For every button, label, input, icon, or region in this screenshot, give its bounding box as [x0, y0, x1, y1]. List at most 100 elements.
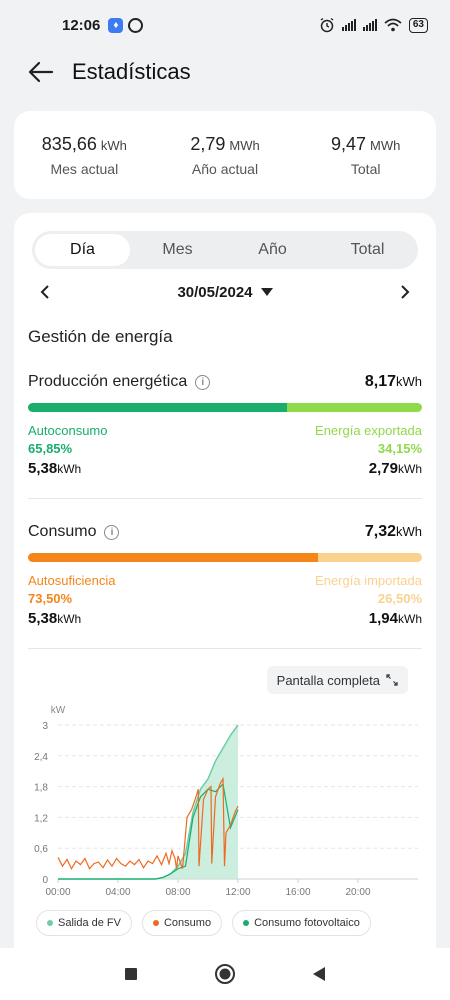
signal-icon	[341, 19, 356, 31]
y-axis-unit: kW	[51, 705, 66, 716]
chevron-right-icon	[401, 285, 410, 299]
whatsapp-icon	[128, 17, 144, 33]
divider	[28, 648, 422, 649]
summary-unit: kWh	[100, 137, 127, 153]
consumption-value: 7,32	[364, 523, 396, 540]
recents-button[interactable]	[119, 962, 143, 986]
alarm-icon	[320, 17, 334, 33]
x-tick-label: 20:00	[345, 887, 370, 898]
y-tick-label: 1,8	[34, 783, 48, 794]
production-unit: kWh	[396, 374, 422, 389]
split-value: 5,38	[28, 610, 58, 627]
fullscreen-label: Pantalla completa	[276, 672, 380, 688]
split-percent: 73,50%	[28, 591, 73, 606]
x-tick-label: 08:00	[165, 887, 190, 898]
summary-label: Año actual	[191, 160, 259, 177]
summary-month: 835,66 kWh Mes actual	[14, 134, 155, 177]
y-tick-label: 0	[42, 875, 48, 886]
tab-month[interactable]: Mes	[130, 234, 225, 266]
split-unit: kWh	[398, 612, 422, 626]
summary-value: 835,66	[41, 133, 97, 154]
summary-label: Mes actual	[50, 160, 119, 177]
legend-dot	[152, 920, 159, 926]
y-tick-label: 1,2	[34, 813, 48, 824]
split-percent: 26,50%	[377, 591, 422, 606]
date-selector: 30/05/2024	[32, 279, 418, 305]
split-percent: 65,85%	[28, 441, 73, 456]
legend-label: Salida de FV	[58, 917, 121, 929]
expand-icon	[386, 674, 398, 686]
legend-dot	[243, 920, 250, 926]
legend-pv-output[interactable]: Salida de FV	[36, 910, 132, 936]
square-icon	[125, 968, 137, 980]
split-unit: kWh	[398, 462, 422, 476]
consumption-bar	[28, 553, 422, 562]
next-date-button[interactable]	[392, 279, 418, 305]
summary-value: 2,79	[190, 133, 226, 154]
consumption-row: Consumo i 7,32kWh	[28, 523, 422, 541]
legend-pv-consumption[interactable]: Consumo fotovoltaico	[232, 910, 371, 936]
split-value: 5,38	[28, 460, 58, 477]
legend-label: Consumo	[163, 917, 212, 929]
summary-label: Total	[350, 160, 381, 177]
split-value: 2,79	[368, 460, 398, 477]
consumption-bar-self	[28, 553, 318, 562]
triangle-left-icon	[313, 967, 325, 981]
summary-value: 9,47	[330, 133, 367, 154]
section-title: Gestión de energía	[28, 327, 173, 346]
production-value: 8,17	[364, 373, 396, 390]
signal-icon-2	[362, 19, 377, 31]
split-unit: kWh	[57, 462, 82, 476]
period-tabs: Día Mes Año Total	[32, 231, 418, 269]
split-name: Autosuficiencia	[28, 573, 116, 588]
consumption-bar-import	[317, 553, 422, 562]
production-bar-self	[28, 403, 288, 412]
page-title: Estadísticas	[72, 59, 191, 84]
production-bar	[28, 403, 422, 412]
header: Estadísticas	[0, 52, 450, 92]
y-tick-label: 3	[42, 721, 48, 732]
energy-card: Día Mes Año Total 30/05/2024 Gestión de …	[14, 213, 436, 958]
previous-date-button[interactable]	[32, 279, 58, 305]
consumption-split: Autosuficiencia 73,50% 5,38kWh Energía i…	[28, 572, 422, 628]
system-nav-bar	[0, 948, 450, 1000]
summary-unit: MWh	[370, 137, 401, 153]
info-icon[interactable]: i	[195, 374, 211, 390]
summary-total: 9,47 MWh Total	[295, 134, 436, 177]
battery-icon: 63	[408, 17, 428, 33]
info-icon[interactable]: i	[104, 524, 120, 540]
production-bar-export	[287, 403, 422, 412]
split-value: 1,94	[368, 610, 398, 627]
production-split: Autoconsumo 65,85% 5,38kWh Energía expor…	[28, 422, 422, 478]
split-name: Energía importada	[315, 573, 422, 588]
date-label: 30/05/2024	[177, 283, 253, 301]
chevron-left-icon	[40, 285, 49, 299]
production-row: Producción energética i 8,17kWh	[28, 373, 422, 391]
home-button[interactable]	[213, 962, 237, 986]
x-tick-label: 04:00	[105, 887, 130, 898]
tab-total[interactable]: Total	[320, 234, 415, 266]
caret-down-icon	[260, 288, 273, 296]
status-bar: 12:06 ♦ 63	[0, 0, 450, 50]
status-time: 12:06	[62, 16, 101, 34]
tab-year[interactable]: Año	[225, 234, 320, 266]
wifi-icon	[384, 18, 402, 32]
date-picker[interactable]: 30/05/2024	[177, 283, 273, 301]
legend-consumption[interactable]: Consumo	[141, 910, 223, 936]
divider	[28, 498, 422, 499]
split-name: Energía exportada	[315, 423, 422, 438]
app-notification-icon: ♦	[108, 17, 124, 33]
summary-year: 2,79 MWh Año actual	[155, 134, 296, 177]
x-tick-label: 16:00	[285, 887, 310, 898]
tab-day[interactable]: Día	[35, 234, 130, 266]
chart-legend: Salida de FV Consumo Consumo fotovoltaic…	[36, 910, 371, 936]
split-unit: kWh	[57, 612, 82, 626]
back-button[interactable]	[26, 57, 56, 87]
summary-unit: MWh	[229, 137, 260, 153]
fullscreen-button[interactable]: Pantalla completa	[266, 666, 408, 694]
y-tick-label: 2,4	[34, 752, 48, 763]
consumption-label: Consumo	[28, 523, 97, 540]
back-nav-button[interactable]	[307, 962, 331, 986]
power-chart[interactable]: kW 0 0,6 1,2 1,8 2,4 3 00:00 04:00 08:00 12:00 16:0…	[14, 701, 436, 901]
legend-dot	[47, 920, 53, 926]
